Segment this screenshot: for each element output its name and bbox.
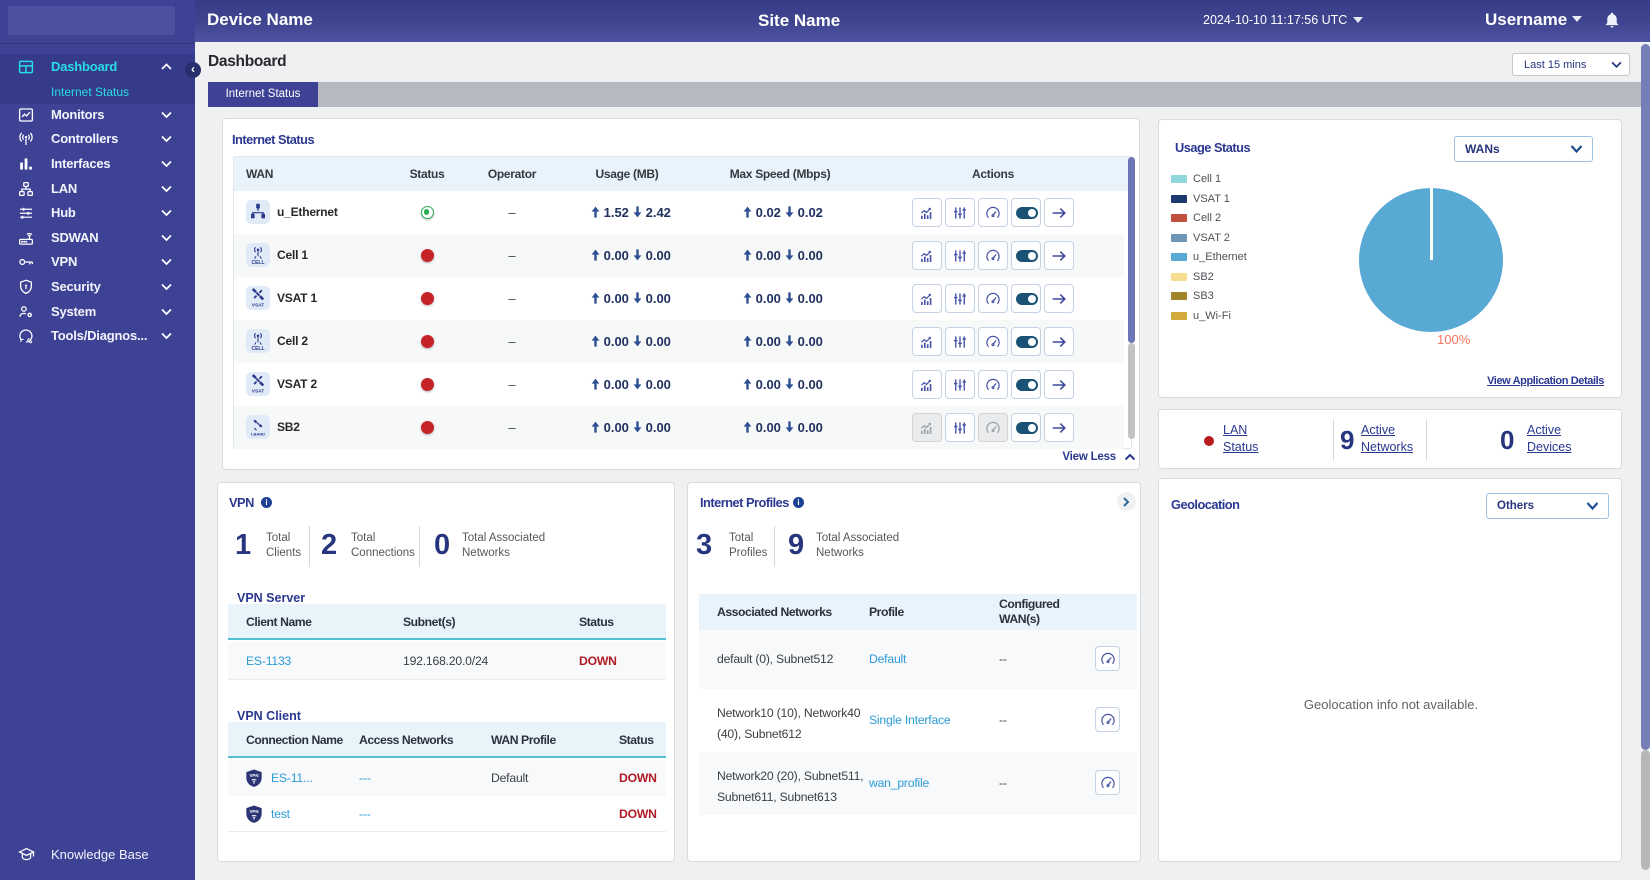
svg-text:CELL: CELL: [251, 260, 264, 266]
svg-text:VPN: VPN: [250, 773, 259, 778]
svg-text:VSAT: VSAT: [252, 389, 265, 395]
svg-text:VPN: VPN: [250, 809, 259, 814]
svg-text:CELL: CELL: [251, 346, 264, 352]
svg-text:VSAT: VSAT: [252, 303, 265, 309]
svg-text:LBAND: LBAND: [251, 432, 265, 437]
